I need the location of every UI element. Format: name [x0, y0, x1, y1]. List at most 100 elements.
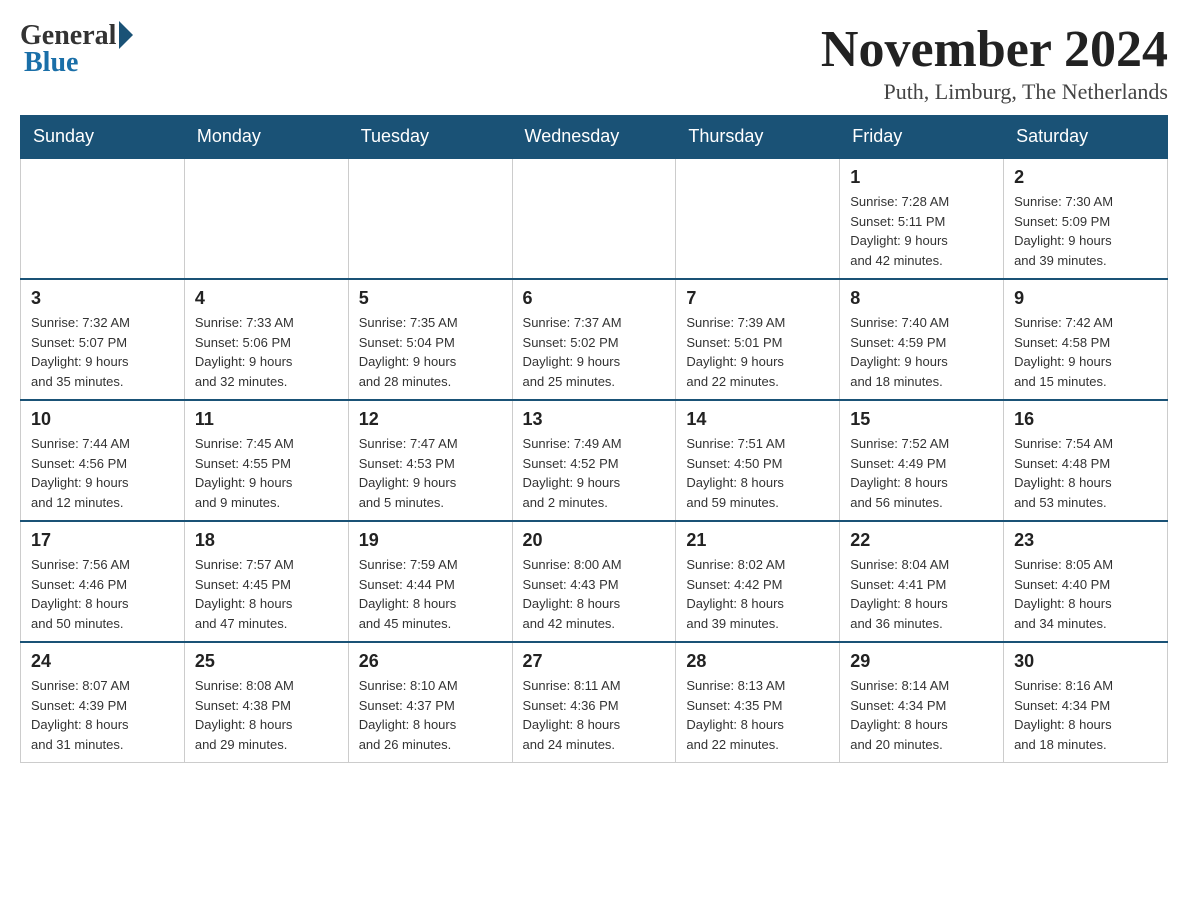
day-number: 27	[523, 651, 666, 672]
calendar-cell: 5 Sunrise: 7:35 AM Sunset: 5:04 PM Daylig…	[348, 279, 512, 400]
day-number: 29	[850, 651, 993, 672]
day-number: 17	[31, 530, 174, 551]
day-info: Sunrise: 8:02 AM Sunset: 4:42 PM Dayligh…	[686, 555, 829, 633]
calendar-cell: 30Sunrise: 8:16 AM Sunset: 4:34 PM Dayli…	[1004, 642, 1168, 763]
day-number: 20	[523, 530, 666, 551]
day-info: Sunrise: 8:04 AM Sunset: 4:41 PM Dayligh…	[850, 555, 993, 633]
calendar-cell: 8Sunrise: 7:40 AM Sunset: 4:59 PM Daylig…	[840, 279, 1004, 400]
calendar-cell: 7Sunrise: 7:39 AM Sunset: 5:01 PM Daylig…	[676, 279, 840, 400]
day-number: 10	[31, 409, 174, 430]
calendar-cell: 24 Sunrise: 8:07 AM Sunset: 4:39 PM Dayli…	[21, 642, 185, 763]
day-info: Sunrise: 8:14 AM Sunset: 4:34 PM Dayligh…	[850, 676, 993, 754]
calendar-cell: 15 Sunrise: 7:52 AM Sunset: 4:49 PM Dayli…	[840, 400, 1004, 521]
calendar-week-row: 10 Sunrise: 7:44 AM Sunset: 4:56 PM Dayli…	[21, 400, 1168, 521]
calendar-cell: 9 Sunrise: 7:42 AM Sunset: 4:58 PM Daylig…	[1004, 279, 1168, 400]
day-info: Sunrise: 8:08 AM Sunset: 4:38 PM Dayligh…	[195, 676, 338, 754]
day-number: 8	[850, 288, 993, 309]
day-number: 9	[1014, 288, 1157, 309]
calendar-cell: 23 Sunrise: 8:05 AM Sunset: 4:40 PM Dayli…	[1004, 521, 1168, 642]
calendar-cell: 27 Sunrise: 8:11 AM Sunset: 4:36 PM Dayli…	[512, 642, 676, 763]
calendar-cell: 25 Sunrise: 8:08 AM Sunset: 4:38 PM Dayli…	[184, 642, 348, 763]
day-info: Sunrise: 7:45 AM Sunset: 4:55 PM Dayligh…	[195, 434, 338, 512]
day-info: Sunrise: 8:07 AM Sunset: 4:39 PM Dayligh…	[31, 676, 174, 754]
day-number: 18	[195, 530, 338, 551]
calendar-cell: 26 Sunrise: 8:10 AM Sunset: 4:37 PM Dayli…	[348, 642, 512, 763]
calendar-week-row: 24 Sunrise: 8:07 AM Sunset: 4:39 PM Dayli…	[21, 642, 1168, 763]
calendar-cell: 1 Sunrise: 7:28 AM Sunset: 5:11 PM Daylig…	[840, 158, 1004, 279]
day-info: Sunrise: 8:11 AM Sunset: 4:36 PM Dayligh…	[523, 676, 666, 754]
day-info: Sunrise: 7:28 AM Sunset: 5:11 PM Dayligh…	[850, 192, 993, 270]
logo: General Blue	[20, 20, 133, 79]
day-number: 1	[850, 167, 993, 188]
day-number: 12	[359, 409, 502, 430]
day-info: Sunrise: 7:59 AM Sunset: 4:44 PM Dayligh…	[359, 555, 502, 633]
calendar-cell: 21 Sunrise: 8:02 AM Sunset: 4:42 PM Dayli…	[676, 521, 840, 642]
day-info: Sunrise: 8:10 AM Sunset: 4:37 PM Dayligh…	[359, 676, 502, 754]
day-number: 15	[850, 409, 993, 430]
calendar-day-header: Saturday	[1004, 116, 1168, 159]
day-number: 28	[686, 651, 829, 672]
day-number: 13	[523, 409, 666, 430]
day-number: 23	[1014, 530, 1157, 551]
calendar-cell: 29 Sunrise: 8:14 AM Sunset: 4:34 PM Dayli…	[840, 642, 1004, 763]
calendar-cell: 19 Sunrise: 7:59 AM Sunset: 4:44 PM Dayli…	[348, 521, 512, 642]
day-number: 19	[359, 530, 502, 551]
day-number: 6	[523, 288, 666, 309]
calendar-day-header: Tuesday	[348, 116, 512, 159]
day-number: 24	[31, 651, 174, 672]
day-info: Sunrise: 7:52 AM Sunset: 4:49 PM Dayligh…	[850, 434, 993, 512]
logo-triangle-icon	[119, 21, 133, 49]
calendar-cell: 20 Sunrise: 8:00 AM Sunset: 4:43 PM Dayli…	[512, 521, 676, 642]
calendar-cell	[512, 158, 676, 279]
day-info: Sunrise: 7:57 AM Sunset: 4:45 PM Dayligh…	[195, 555, 338, 633]
day-info: Sunrise: 8:00 AM Sunset: 4:43 PM Dayligh…	[523, 555, 666, 633]
location-text: Puth, Limburg, The Netherlands	[821, 79, 1168, 105]
day-info: Sunrise: 7:56 AM Sunset: 4:46 PM Dayligh…	[31, 555, 174, 633]
calendar-cell: 4 Sunrise: 7:33 AM Sunset: 5:06 PM Daylig…	[184, 279, 348, 400]
day-info: Sunrise: 7:33 AM Sunset: 5:06 PM Dayligh…	[195, 313, 338, 391]
day-number: 14	[686, 409, 829, 430]
calendar-table: SundayMondayTuesdayWednesdayThursdayFrid…	[20, 115, 1168, 763]
calendar-header-row: SundayMondayTuesdayWednesdayThursdayFrid…	[21, 116, 1168, 159]
calendar-day-header: Friday	[840, 116, 1004, 159]
logo-blue-text: Blue	[20, 47, 78, 79]
calendar-cell	[676, 158, 840, 279]
month-title: November 2024	[821, 20, 1168, 79]
day-number: 21	[686, 530, 829, 551]
calendar-week-row: 3 Sunrise: 7:32 AM Sunset: 5:07 PM Daylig…	[21, 279, 1168, 400]
day-info: Sunrise: 8:05 AM Sunset: 4:40 PM Dayligh…	[1014, 555, 1157, 633]
calendar-cell: 22Sunrise: 8:04 AM Sunset: 4:41 PM Dayli…	[840, 521, 1004, 642]
calendar-day-header: Sunday	[21, 116, 185, 159]
day-info: Sunrise: 7:30 AM Sunset: 5:09 PM Dayligh…	[1014, 192, 1157, 270]
calendar-day-header: Wednesday	[512, 116, 676, 159]
calendar-cell	[184, 158, 348, 279]
day-info: Sunrise: 7:51 AM Sunset: 4:50 PM Dayligh…	[686, 434, 829, 512]
day-number: 25	[195, 651, 338, 672]
calendar-cell: 6Sunrise: 7:37 AM Sunset: 5:02 PM Daylig…	[512, 279, 676, 400]
day-info: Sunrise: 7:42 AM Sunset: 4:58 PM Dayligh…	[1014, 313, 1157, 391]
day-number: 30	[1014, 651, 1157, 672]
calendar-day-header: Thursday	[676, 116, 840, 159]
day-number: 2	[1014, 167, 1157, 188]
day-info: Sunrise: 8:13 AM Sunset: 4:35 PM Dayligh…	[686, 676, 829, 754]
title-section: November 2024 Puth, Limburg, The Netherl…	[821, 20, 1168, 105]
calendar-cell: 2 Sunrise: 7:30 AM Sunset: 5:09 PM Daylig…	[1004, 158, 1168, 279]
page-header: General Blue November 2024 Puth, Limburg…	[20, 20, 1168, 105]
day-number: 3	[31, 288, 174, 309]
calendar-cell: 12 Sunrise: 7:47 AM Sunset: 4:53 PM Dayli…	[348, 400, 512, 521]
day-info: Sunrise: 7:32 AM Sunset: 5:07 PM Dayligh…	[31, 313, 174, 391]
day-info: Sunrise: 7:49 AM Sunset: 4:52 PM Dayligh…	[523, 434, 666, 512]
day-number: 5	[359, 288, 502, 309]
day-info: Sunrise: 7:54 AM Sunset: 4:48 PM Dayligh…	[1014, 434, 1157, 512]
day-info: Sunrise: 7:35 AM Sunset: 5:04 PM Dayligh…	[359, 313, 502, 391]
calendar-cell: 16Sunrise: 7:54 AM Sunset: 4:48 PM Dayli…	[1004, 400, 1168, 521]
calendar-cell: 14 Sunrise: 7:51 AM Sunset: 4:50 PM Dayli…	[676, 400, 840, 521]
day-info: Sunrise: 7:44 AM Sunset: 4:56 PM Dayligh…	[31, 434, 174, 512]
day-info: Sunrise: 7:47 AM Sunset: 4:53 PM Dayligh…	[359, 434, 502, 512]
calendar-week-row: 17 Sunrise: 7:56 AM Sunset: 4:46 PM Dayli…	[21, 521, 1168, 642]
day-info: Sunrise: 7:39 AM Sunset: 5:01 PM Dayligh…	[686, 313, 829, 391]
day-number: 4	[195, 288, 338, 309]
day-number: 26	[359, 651, 502, 672]
calendar-cell	[348, 158, 512, 279]
calendar-cell	[21, 158, 185, 279]
